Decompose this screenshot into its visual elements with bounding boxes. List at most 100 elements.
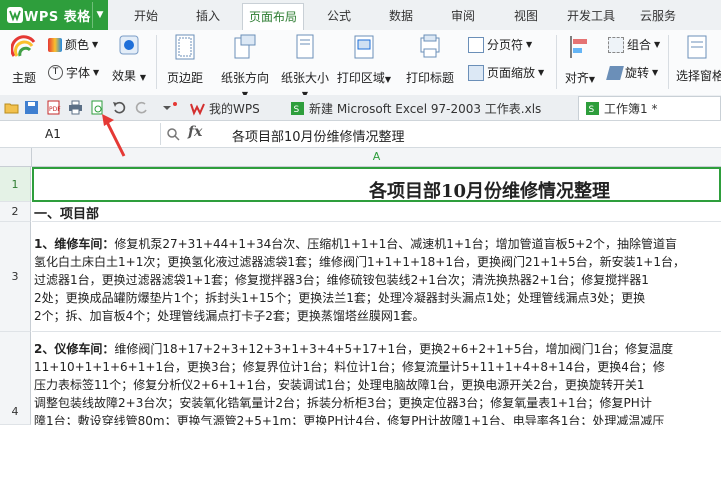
orientation-icon — [234, 34, 256, 59]
page-zoom-icon — [468, 64, 484, 81]
spreadsheet-file-icon: S — [586, 102, 599, 115]
page-zoom-button[interactable]: 页面缩放 ▼ — [468, 64, 544, 81]
row-header-2[interactable]: 2 — [0, 202, 31, 222]
tab-page-layout[interactable]: 页面布局 — [242, 3, 305, 30]
row-header-1[interactable]: 1 — [0, 167, 31, 202]
page-break-label: 分页符 — [487, 38, 524, 52]
paper-size-icon — [296, 34, 314, 59]
effect-button[interactable]: 效果 ▼ — [110, 34, 148, 84]
tab-start[interactable]: 开始 — [134, 7, 158, 24]
open-folder-icon[interactable] — [4, 100, 19, 115]
doc-tab-label: 工作簿1 * — [604, 102, 658, 116]
cell-a4[interactable]: 2、仪修车间：维修阀门18+17+2+3+12+3+1+3+4+5+17+1台，… — [32, 332, 721, 425]
doc-tab-label: 新建 Microsoft Excel 97-2003 工作表.xls — [309, 101, 542, 116]
print-icon[interactable] — [68, 100, 83, 115]
spreadsheet-file-icon: S — [291, 101, 304, 115]
separator — [156, 35, 157, 89]
chevron-down-icon: ▼ — [526, 40, 533, 49]
color-button[interactable]: 颜色 ▼ — [48, 36, 98, 53]
font-button[interactable]: T 字体 ▼ — [48, 64, 99, 81]
print-area-button[interactable]: 打印区域▼ — [336, 34, 392, 86]
theme-button[interactable]: 主题 — [6, 34, 42, 86]
tab-review[interactable]: 审阅 — [451, 7, 475, 24]
svg-text:S: S — [294, 105, 300, 115]
undo-icon[interactable] — [112, 100, 127, 115]
text-line: 调整包装线故障2+3台次；安装氧化锆氧量计2台；拆装分析柜3台；更换定位器3台；… — [34, 396, 652, 410]
ribbon-tab-bar: WPS 表格 ▼ 开始 插入 页面布局 公式 数据 审阅 视图 开发工具 云服务 — [0, 0, 721, 31]
wps-logo-icon — [7, 7, 23, 23]
column-header-a[interactable]: A — [32, 148, 721, 166]
formula-input[interactable]: 各项目部10月份维修情况整理 — [232, 126, 405, 145]
tab-insert[interactable]: 插入 — [196, 7, 220, 24]
customize-dropdown-icon[interactable] — [160, 100, 180, 115]
chevron-down-icon: ▼ — [92, 40, 99, 49]
align-icon — [570, 36, 587, 58]
rotate-icon — [606, 65, 624, 80]
chevron-down-icon: ▼ — [93, 68, 100, 77]
cell-a2[interactable]: 一、项目部 — [32, 202, 721, 222]
color-label: 颜色 — [65, 38, 90, 52]
redo-icon[interactable] — [134, 100, 149, 115]
tab-formula[interactable]: 公式 — [327, 7, 351, 24]
font-label: 字体 — [66, 66, 91, 80]
effect-label: 效果 ▼ — [112, 69, 146, 83]
group-button[interactable]: 组合 ▼ — [608, 36, 660, 53]
select-all-corner[interactable] — [0, 148, 32, 166]
cell-a3[interactable]: 1、维修车间：修复机泵27+31+44+1+34台次、压缩机1+1+1台、减速机… — [32, 222, 721, 332]
cell-text-block: 1、维修车间：修复机泵27+31+44+1+34台次、压缩机1+1+1台、减速机… — [34, 235, 721, 325]
doc-tab-my-wps[interactable]: 我的WPS — [190, 96, 260, 120]
fx-icon[interactable]: fx — [188, 124, 202, 140]
app-name: WPS 表格 — [24, 10, 91, 25]
cell-text-block: 2、仪修车间：维修阀门18+17+2+3+12+3+1+3+4+5+17+1台，… — [34, 340, 721, 425]
tab-cloud[interactable]: 云服务 — [640, 7, 676, 24]
chevron-down-icon: ▼ — [538, 68, 545, 77]
zoom-search-icon[interactable] — [166, 127, 180, 141]
chevron-down-icon[interactable]: ▼ — [92, 2, 107, 28]
text-line: 11+10+1+1+6+1+1台，更换3台；修复界位计1台；料位计1台；修复流量… — [34, 360, 665, 374]
doc-tab-excel-file[interactable]: S 新建 Microsoft Excel 97-2003 工作表.xls — [290, 96, 541, 120]
print-area-icon — [354, 35, 374, 59]
quick-access-bar: PDF 我的WPS S 新建 Microsoft Excel 97-2003 工… — [0, 95, 721, 121]
margin-icon — [175, 34, 195, 60]
text-line: 2、仪修车间：维修阀门18+17+2+3+12+3+1+3+4+5+17+1台，… — [34, 342, 674, 356]
margin-button[interactable]: 页边距 — [162, 34, 208, 86]
group-icon — [608, 36, 624, 53]
item-lead: 1、维修车间： — [34, 237, 115, 251]
doc-tab-workbook1[interactable]: S 工作簿1 * — [578, 96, 721, 120]
save-icon[interactable] — [24, 100, 39, 115]
name-box[interactable]: A1 — [0, 123, 161, 145]
sheet-title: 各项目部10月份维修情况整理 — [369, 181, 611, 202]
svg-text:S: S — [589, 105, 595, 115]
tab-view[interactable]: 视图 — [514, 7, 538, 24]
chevron-down-icon: ▼ — [652, 68, 659, 77]
chevron-down-icon: ▼ — [654, 40, 661, 49]
text-line: 压力表标签11个；修复分析仪2+6+1+1台，安装调试1台；处理电脑故障1台，更… — [34, 378, 645, 392]
rotate-button[interactable]: 旋转 ▼ — [606, 64, 659, 81]
page-break-icon — [468, 36, 484, 53]
tab-data[interactable]: 数据 — [389, 7, 413, 24]
row-header-4[interactable]: 4 — [0, 332, 31, 425]
orientation-button[interactable]: 纸张方向▼ — [218, 34, 272, 100]
select-pane-icon — [687, 35, 707, 59]
export-pdf-icon[interactable]: PDF — [46, 100, 61, 115]
select-pane-label: 选择窗格 — [676, 69, 721, 83]
text-line: 2个；拆、加盲板4个；处理管线漏点打卡子2套；更换蒸馏塔丝膜网1套。 — [34, 309, 425, 323]
print-area-label: 打印区域▼ — [336, 71, 392, 85]
app-menu-button[interactable]: WPS 表格 ▼ — [0, 0, 108, 30]
paper-size-button[interactable]: 纸张大小▼ — [278, 34, 332, 100]
effect-icon — [119, 35, 139, 55]
row-header-3[interactable]: 3 — [0, 222, 31, 332]
print-preview-icon[interactable] — [90, 100, 105, 115]
margin-label: 页边距 — [166, 71, 203, 85]
page-break-button[interactable]: 分页符 ▼ — [468, 36, 532, 53]
align-button[interactable]: 对齐▼ — [560, 34, 600, 86]
text-line: 障1台；敷设穿线管80m；更换气源管2+5+1m；更换PH计4台，修复PH计故障… — [34, 414, 665, 425]
cell-a1[interactable]: 各项目部10月份维修情况整理 — [32, 167, 721, 202]
print-title-button[interactable]: 打印标题 — [402, 34, 458, 86]
tab-developer[interactable]: 开发工具 — [567, 7, 615, 24]
separator — [556, 35, 557, 89]
select-pane-button[interactable]: 选择窗格 — [676, 34, 721, 84]
text-line: 2处；更换成品罐防爆垫片1个；拆封头1+15个；更换法兰1套；处理冷凝器封头漏点… — [34, 291, 646, 305]
ribbon-toolbar: 主题 颜色 ▼ T 字体 ▼ 效果 ▼ 页边距 纸张方向▼ — [0, 30, 721, 99]
text-line: 1、维修车间：修复机泵27+31+44+1+34台次、压缩机1+1+1台、减速机… — [34, 237, 677, 251]
